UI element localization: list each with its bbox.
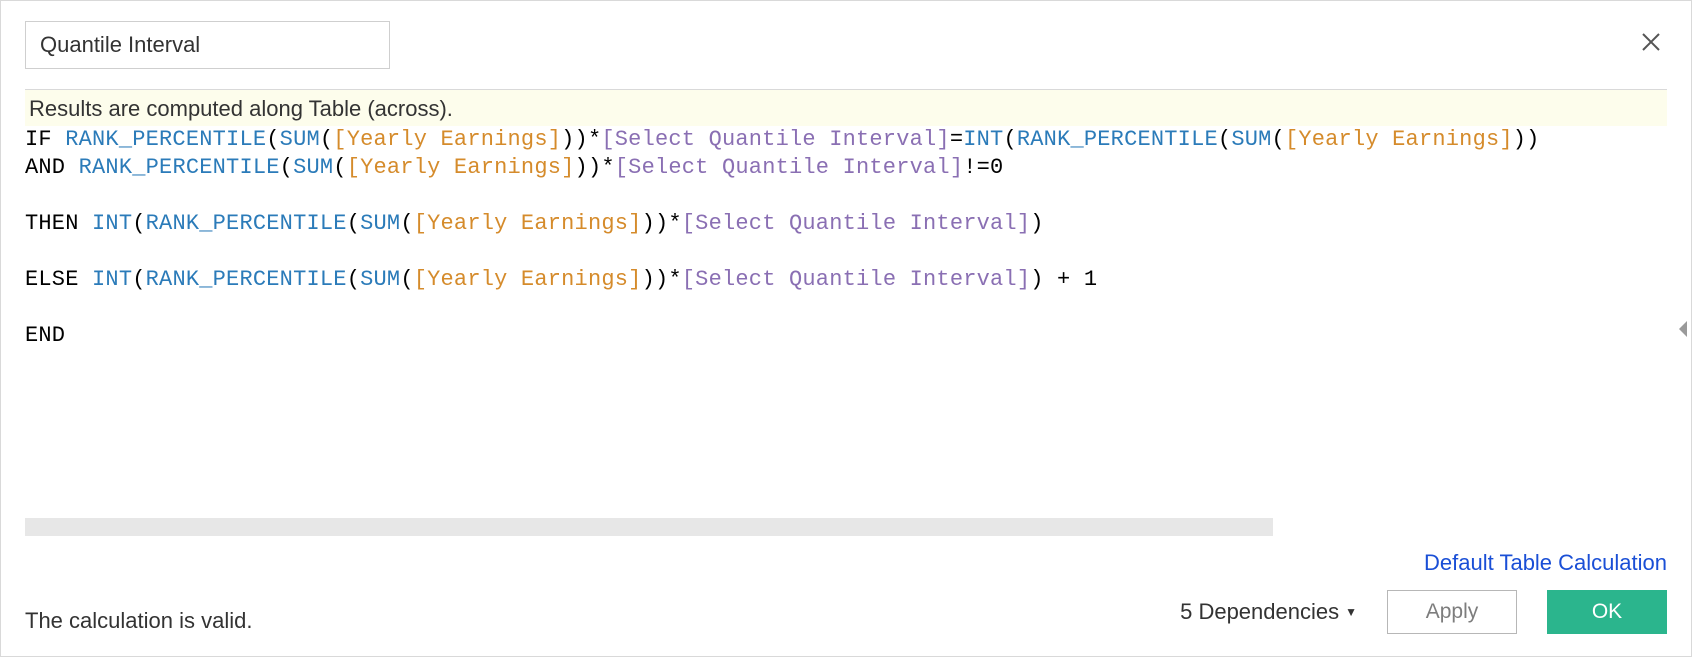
punct: ( xyxy=(266,127,279,152)
horizontal-scrollbar[interactable] xyxy=(25,518,1667,536)
punct: ( xyxy=(400,267,413,292)
punct: ( xyxy=(347,267,360,292)
apply-button[interactable]: Apply xyxy=(1387,590,1517,634)
calculation-name-input[interactable] xyxy=(25,21,390,69)
func-sum: SUM xyxy=(280,127,320,152)
field-yearly-earnings: [Yearly Earnings] xyxy=(414,211,642,236)
func-sum: SUM xyxy=(293,155,333,180)
dialog-header xyxy=(1,1,1691,69)
op-mul: * xyxy=(668,267,681,292)
func-rank-percentile: RANK_PERCENTILE xyxy=(146,267,347,292)
punct: ( xyxy=(1272,127,1285,152)
punct: ( xyxy=(1218,127,1231,152)
op-eq: = xyxy=(950,127,963,152)
dependencies-label: 5 Dependencies xyxy=(1180,599,1339,625)
func-rank-percentile: RANK_PERCENTILE xyxy=(146,211,347,236)
punct: ( xyxy=(132,267,145,292)
punct: ( xyxy=(280,155,293,180)
punct: )) xyxy=(561,127,588,152)
func-int: INT xyxy=(92,211,132,236)
func-rank-percentile: RANK_PERCENTILE xyxy=(65,127,266,152)
footer-button-row: 5 Dependencies ▼ Apply OK xyxy=(1180,590,1667,634)
punct: ( xyxy=(320,127,333,152)
keyword-end: END xyxy=(25,323,65,348)
punct: ( xyxy=(333,155,346,180)
punct: ( xyxy=(132,211,145,236)
keyword-else: ELSE xyxy=(25,267,79,292)
param-select-quantile-interval: [Select Quantile Interval] xyxy=(601,127,949,152)
ok-button[interactable]: OK xyxy=(1547,590,1667,634)
punct: ( xyxy=(1003,127,1016,152)
op-neq: != xyxy=(963,155,990,180)
func-rank-percentile: RANK_PERCENTILE xyxy=(79,155,280,180)
punct: )) xyxy=(1513,127,1540,152)
keyword-then: THEN xyxy=(25,211,79,236)
close-icon xyxy=(1639,30,1663,54)
literal-one: 1 xyxy=(1084,267,1097,292)
keyword-and: AND xyxy=(25,155,65,180)
func-rank-percentile: RANK_PERCENTILE xyxy=(1017,127,1218,152)
punct: )) xyxy=(575,155,602,180)
dependencies-dropdown[interactable]: 5 Dependencies ▼ xyxy=(1180,599,1357,625)
dialog-footer: The calculation is valid. Default Table … xyxy=(1,536,1691,656)
func-sum: SUM xyxy=(1231,127,1271,152)
func-sum: SUM xyxy=(360,267,400,292)
op-mul: * xyxy=(588,127,601,152)
expand-panel-handle[interactable] xyxy=(1675,309,1691,349)
keyword-if: IF xyxy=(25,127,52,152)
compute-info-banner: Results are computed along Table (across… xyxy=(25,90,1667,126)
field-yearly-earnings: [Yearly Earnings] xyxy=(333,127,561,152)
punct: )) xyxy=(642,267,669,292)
op-plus: + xyxy=(1044,267,1084,292)
field-yearly-earnings: [Yearly Earnings] xyxy=(1285,127,1513,152)
close-button[interactable] xyxy=(1635,27,1667,59)
punct: )) xyxy=(642,211,669,236)
literal-zero: 0 xyxy=(990,155,1003,180)
func-sum: SUM xyxy=(360,211,400,236)
field-yearly-earnings: [Yearly Earnings] xyxy=(414,267,642,292)
calculation-editor-dialog: Results are computed along Table (across… xyxy=(0,0,1692,657)
func-int: INT xyxy=(92,267,132,292)
param-select-quantile-interval: [Select Quantile Interval] xyxy=(682,267,1030,292)
punct: ) xyxy=(1030,211,1043,236)
param-select-quantile-interval: [Select Quantile Interval] xyxy=(615,155,963,180)
op-mul: * xyxy=(668,211,681,236)
field-yearly-earnings: [Yearly Earnings] xyxy=(347,155,575,180)
param-select-quantile-interval: [Select Quantile Interval] xyxy=(682,211,1030,236)
validation-message: The calculation is valid. xyxy=(25,608,252,634)
horizontal-scrollbar-thumb[interactable] xyxy=(25,518,1273,536)
punct: ) xyxy=(1030,267,1043,292)
op-mul: * xyxy=(601,155,614,180)
default-table-calculation-link[interactable]: Default Table Calculation xyxy=(1424,550,1667,576)
punct: ( xyxy=(347,211,360,236)
chevron-left-icon xyxy=(1677,321,1689,337)
formula-editor-wrap: IF RANK_PERCENTILE(SUM([Yearly Earnings]… xyxy=(25,126,1667,506)
punct: ( xyxy=(400,211,413,236)
footer-actions: Default Table Calculation 5 Dependencies… xyxy=(1180,550,1667,634)
caret-down-icon: ▼ xyxy=(1345,605,1357,619)
formula-editor[interactable]: IF RANK_PERCENTILE(SUM([Yearly Earnings]… xyxy=(25,126,1667,350)
func-int: INT xyxy=(963,127,1003,152)
